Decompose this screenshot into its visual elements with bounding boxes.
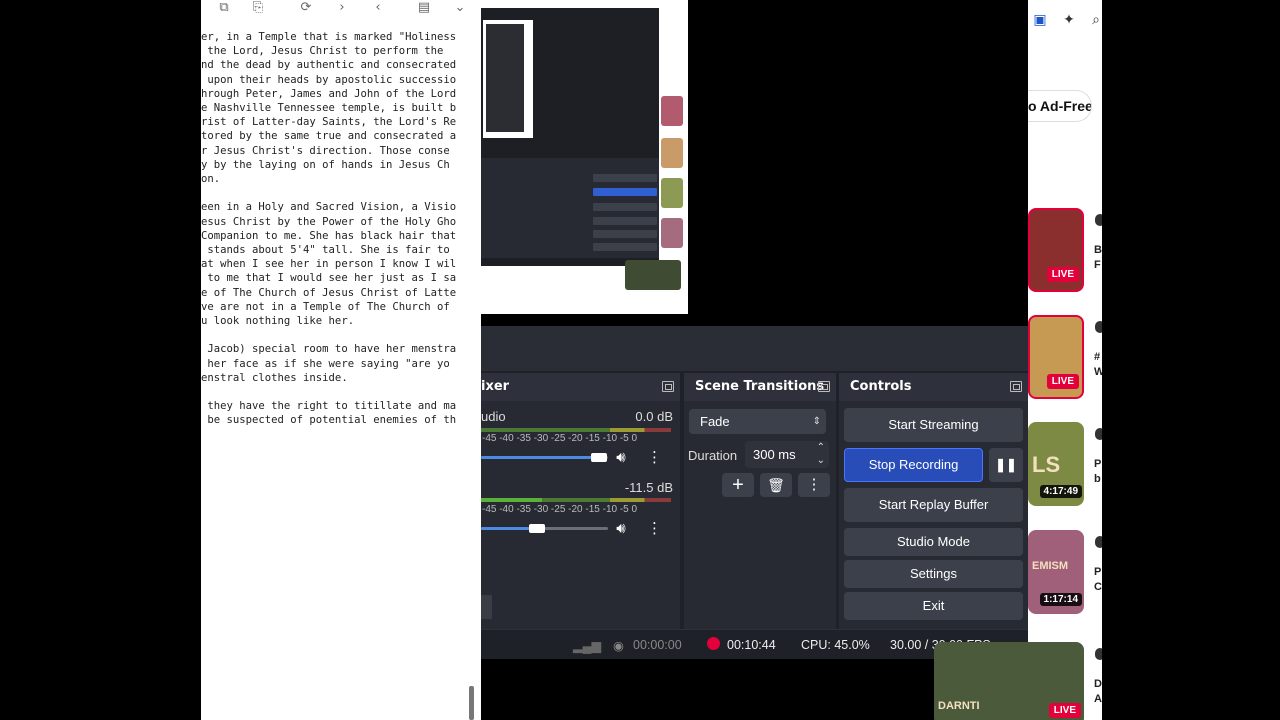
float-dock-icon[interactable] bbox=[818, 381, 830, 392]
track1-menu-icon[interactable]: ⋮ bbox=[647, 448, 662, 466]
track2-scale: -45 -40 -35 -30 -25 -20 -15 -10 -5 0 bbox=[482, 504, 638, 515]
thumbnail-caption: DARNTI bbox=[938, 700, 980, 712]
editor-body[interactable]: er, in a Temple that is marked "Holiness… bbox=[201, 30, 473, 428]
chevron-left-icon[interactable]: ‹ bbox=[371, 0, 385, 16]
duration-value: 300 ms bbox=[753, 447, 796, 462]
stream-time: 00:00:00 bbox=[633, 638, 682, 652]
track1-volume-knob[interactable] bbox=[591, 453, 607, 462]
live-badge: LIVE bbox=[1048, 703, 1081, 718]
video-thumbnail[interactable]: LIVE bbox=[1028, 315, 1084, 399]
studio-mode-button[interactable]: Studio Mode bbox=[844, 528, 1023, 556]
video-title-fragment[interactable]: B bbox=[1094, 244, 1102, 256]
track1-scale: -45 -40 -35 -30 -25 -20 -15 -10 -5 0 bbox=[482, 433, 638, 444]
float-dock-icon[interactable] bbox=[1010, 381, 1022, 392]
add-transition-button[interactable]: + bbox=[722, 473, 754, 497]
mixer-scroll-handle[interactable] bbox=[481, 595, 492, 619]
transition-selected: Fade bbox=[700, 414, 730, 429]
preview-window bbox=[481, 0, 754, 314]
track2-meter bbox=[481, 498, 671, 502]
track2-db: -11.5 dB bbox=[624, 480, 673, 495]
chevron-right-icon[interactable]: › bbox=[335, 0, 349, 16]
go-ad-free-button[interactable]: o Ad-Free bbox=[1028, 90, 1092, 122]
video-title-fragment[interactable]: C bbox=[1094, 581, 1102, 593]
preview-screenshot bbox=[481, 0, 688, 314]
live-badge: LIVE bbox=[1046, 267, 1079, 282]
settings-button[interactable]: Settings bbox=[844, 560, 1023, 588]
duration-label: Duration bbox=[688, 448, 738, 463]
track1-db: 0.0 dB bbox=[635, 409, 673, 424]
video-title-fragment[interactable]: F bbox=[1094, 259, 1101, 271]
controls-dock: Controls Start Streaming Stop Recording … bbox=[839, 373, 1028, 651]
float-dock-icon[interactable] bbox=[662, 381, 674, 392]
video-title-fragment[interactable]: b bbox=[1094, 473, 1101, 485]
duration-spinbox[interactable]: 300 ms ⌃ ⌄ bbox=[745, 441, 829, 468]
paste-icon[interactable]: ⎘ bbox=[251, 0, 265, 16]
track2-volume-knob[interactable] bbox=[529, 524, 545, 533]
trash-icon: 🗑︎ bbox=[767, 477, 785, 493]
track2-menu-icon[interactable]: ⋮ bbox=[647, 519, 662, 537]
chevron-down-icon[interactable]: ⌄ bbox=[453, 0, 467, 16]
thumbnail-caption: EMISM bbox=[1032, 560, 1069, 572]
editor-scrollbar[interactable] bbox=[469, 686, 474, 720]
video-title-fragment[interactable]: A bbox=[1094, 693, 1102, 705]
select-arrows-icon: ⇕ bbox=[812, 416, 821, 427]
duration-badge: 1:17:14 bbox=[1039, 593, 1082, 606]
transition-select[interactable]: Fade ⇕ bbox=[689, 409, 826, 434]
transition-menu-button[interactable]: ⋮ bbox=[798, 473, 830, 497]
spin-arrows-icon[interactable]: ⌃ ⌄ bbox=[817, 441, 825, 467]
start-replay-buffer-button[interactable]: Start Replay Buffer bbox=[844, 488, 1023, 522]
video-title-fragment[interactable]: P bbox=[1094, 566, 1101, 578]
obs-top-strip bbox=[481, 326, 1028, 371]
scene-transitions-title: Scene Transitions bbox=[684, 373, 836, 401]
recording-time: 00:10:44 bbox=[727, 638, 776, 652]
duration-badge: 4:17:49 bbox=[1039, 485, 1082, 498]
controls-title: Controls bbox=[839, 373, 1028, 401]
extensions-icon[interactable]: ✦ bbox=[1061, 12, 1077, 28]
signal-icon: ▂▄▆ bbox=[573, 639, 602, 653]
thumbnail-caption: LS bbox=[1032, 452, 1061, 477]
bookmark-icon[interactable]: ▣ bbox=[1032, 12, 1048, 28]
text-editor[interactable]: ⧉ ⎘ ⟳ › ‹ ▤ ⌄ er, in a Temple that is ma… bbox=[201, 0, 481, 720]
kebab-menu-icon: ⋮ bbox=[806, 476, 822, 493]
track1-volume-slider[interactable] bbox=[481, 453, 608, 462]
track2-volume-slider[interactable] bbox=[481, 524, 608, 533]
video-title-fragment[interactable]: P bbox=[1094, 458, 1101, 470]
speaker-icon[interactable]: 🔊︎ bbox=[612, 448, 630, 466]
record-icon bbox=[707, 637, 720, 650]
audio-mixer-dock: ixer udio 0.0 dB -45 -40 -35 -30 -25 -20… bbox=[481, 373, 680, 651]
live-badge: LIVE bbox=[1046, 374, 1079, 389]
stop-recording-button[interactable]: Stop Recording bbox=[844, 448, 983, 482]
scene-transitions-dock: Scene Transitions Fade ⇕ Duration 300 ms… bbox=[684, 373, 836, 651]
video-thumbnail[interactable]: EMISM 1:17:14 bbox=[1028, 530, 1084, 614]
video-thumbnail[interactable]: DARNTI LIVE bbox=[934, 642, 1084, 720]
find-replace-icon[interactable]: ⟳ bbox=[299, 0, 313, 16]
pause-icon: ❚❚ bbox=[995, 457, 1017, 472]
obs-window: ixer udio 0.0 dB -45 -40 -35 -30 -25 -20… bbox=[481, 326, 1028, 659]
editor-toolbar: ⧉ ⎘ ⟳ › ‹ ▤ ⌄ bbox=[201, 0, 481, 18]
cpu-usage: CPU: 45.0% bbox=[801, 638, 870, 652]
copy-icon[interactable]: ⧉ bbox=[217, 0, 231, 16]
black-margin bbox=[1102, 0, 1280, 720]
video-title-fragment[interactable]: D bbox=[1094, 678, 1102, 690]
remove-transition-button[interactable]: 🗑︎ bbox=[760, 473, 792, 497]
video-title-fragment[interactable]: # bbox=[1094, 351, 1100, 363]
search-icon[interactable]: ⌕ bbox=[1088, 12, 1102, 28]
start-streaming-button[interactable]: Start Streaming bbox=[844, 408, 1023, 442]
audio-mixer-title: ixer bbox=[481, 373, 680, 401]
pause-recording-button[interactable]: ❚❚ bbox=[989, 448, 1023, 482]
track1-name: udio bbox=[481, 409, 506, 424]
stream-icon: ◉ bbox=[613, 639, 624, 653]
video-thumbnail[interactable]: LIVE bbox=[1028, 208, 1084, 292]
folder-icon[interactable]: ▤ bbox=[417, 0, 431, 16]
video-thumbnail[interactable]: LS 4:17:49 bbox=[1028, 422, 1084, 506]
speaker-icon[interactable]: 🔊︎ bbox=[612, 519, 630, 537]
exit-button[interactable]: Exit bbox=[844, 592, 1023, 620]
track1-meter bbox=[481, 428, 671, 432]
